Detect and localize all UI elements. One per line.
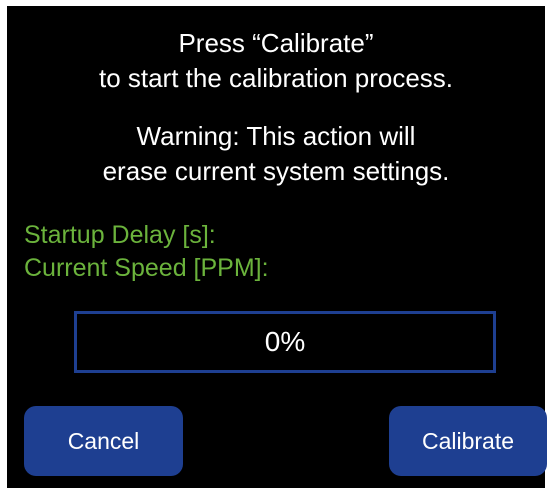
instruction-line-1: Press “Calibrate” — [178, 28, 374, 58]
startup-delay-label: Startup Delay [s]: — [24, 221, 216, 249]
instruction-line-2: to start the calibration process. — [98, 63, 454, 93]
warning-message: Warning: This action will erase current … — [7, 119, 545, 189]
warning-line-2: erase current system settings. — [102, 156, 450, 186]
calibration-instruction: Press “Calibrate” to start the calibrati… — [7, 26, 545, 96]
calibration-progress-bar: 0% — [74, 311, 496, 373]
progress-percent: 0% — [264, 326, 306, 357]
calibrate-button[interactable]: Calibrate — [389, 406, 547, 476]
cancel-button[interactable]: Cancel — [24, 406, 183, 476]
calibration-screen: Press “Calibrate” to start the calibrati… — [7, 6, 547, 488]
current-speed-label: Current Speed [PPM]: — [24, 254, 269, 282]
warning-line-1: Warning: This action will — [136, 121, 416, 151]
